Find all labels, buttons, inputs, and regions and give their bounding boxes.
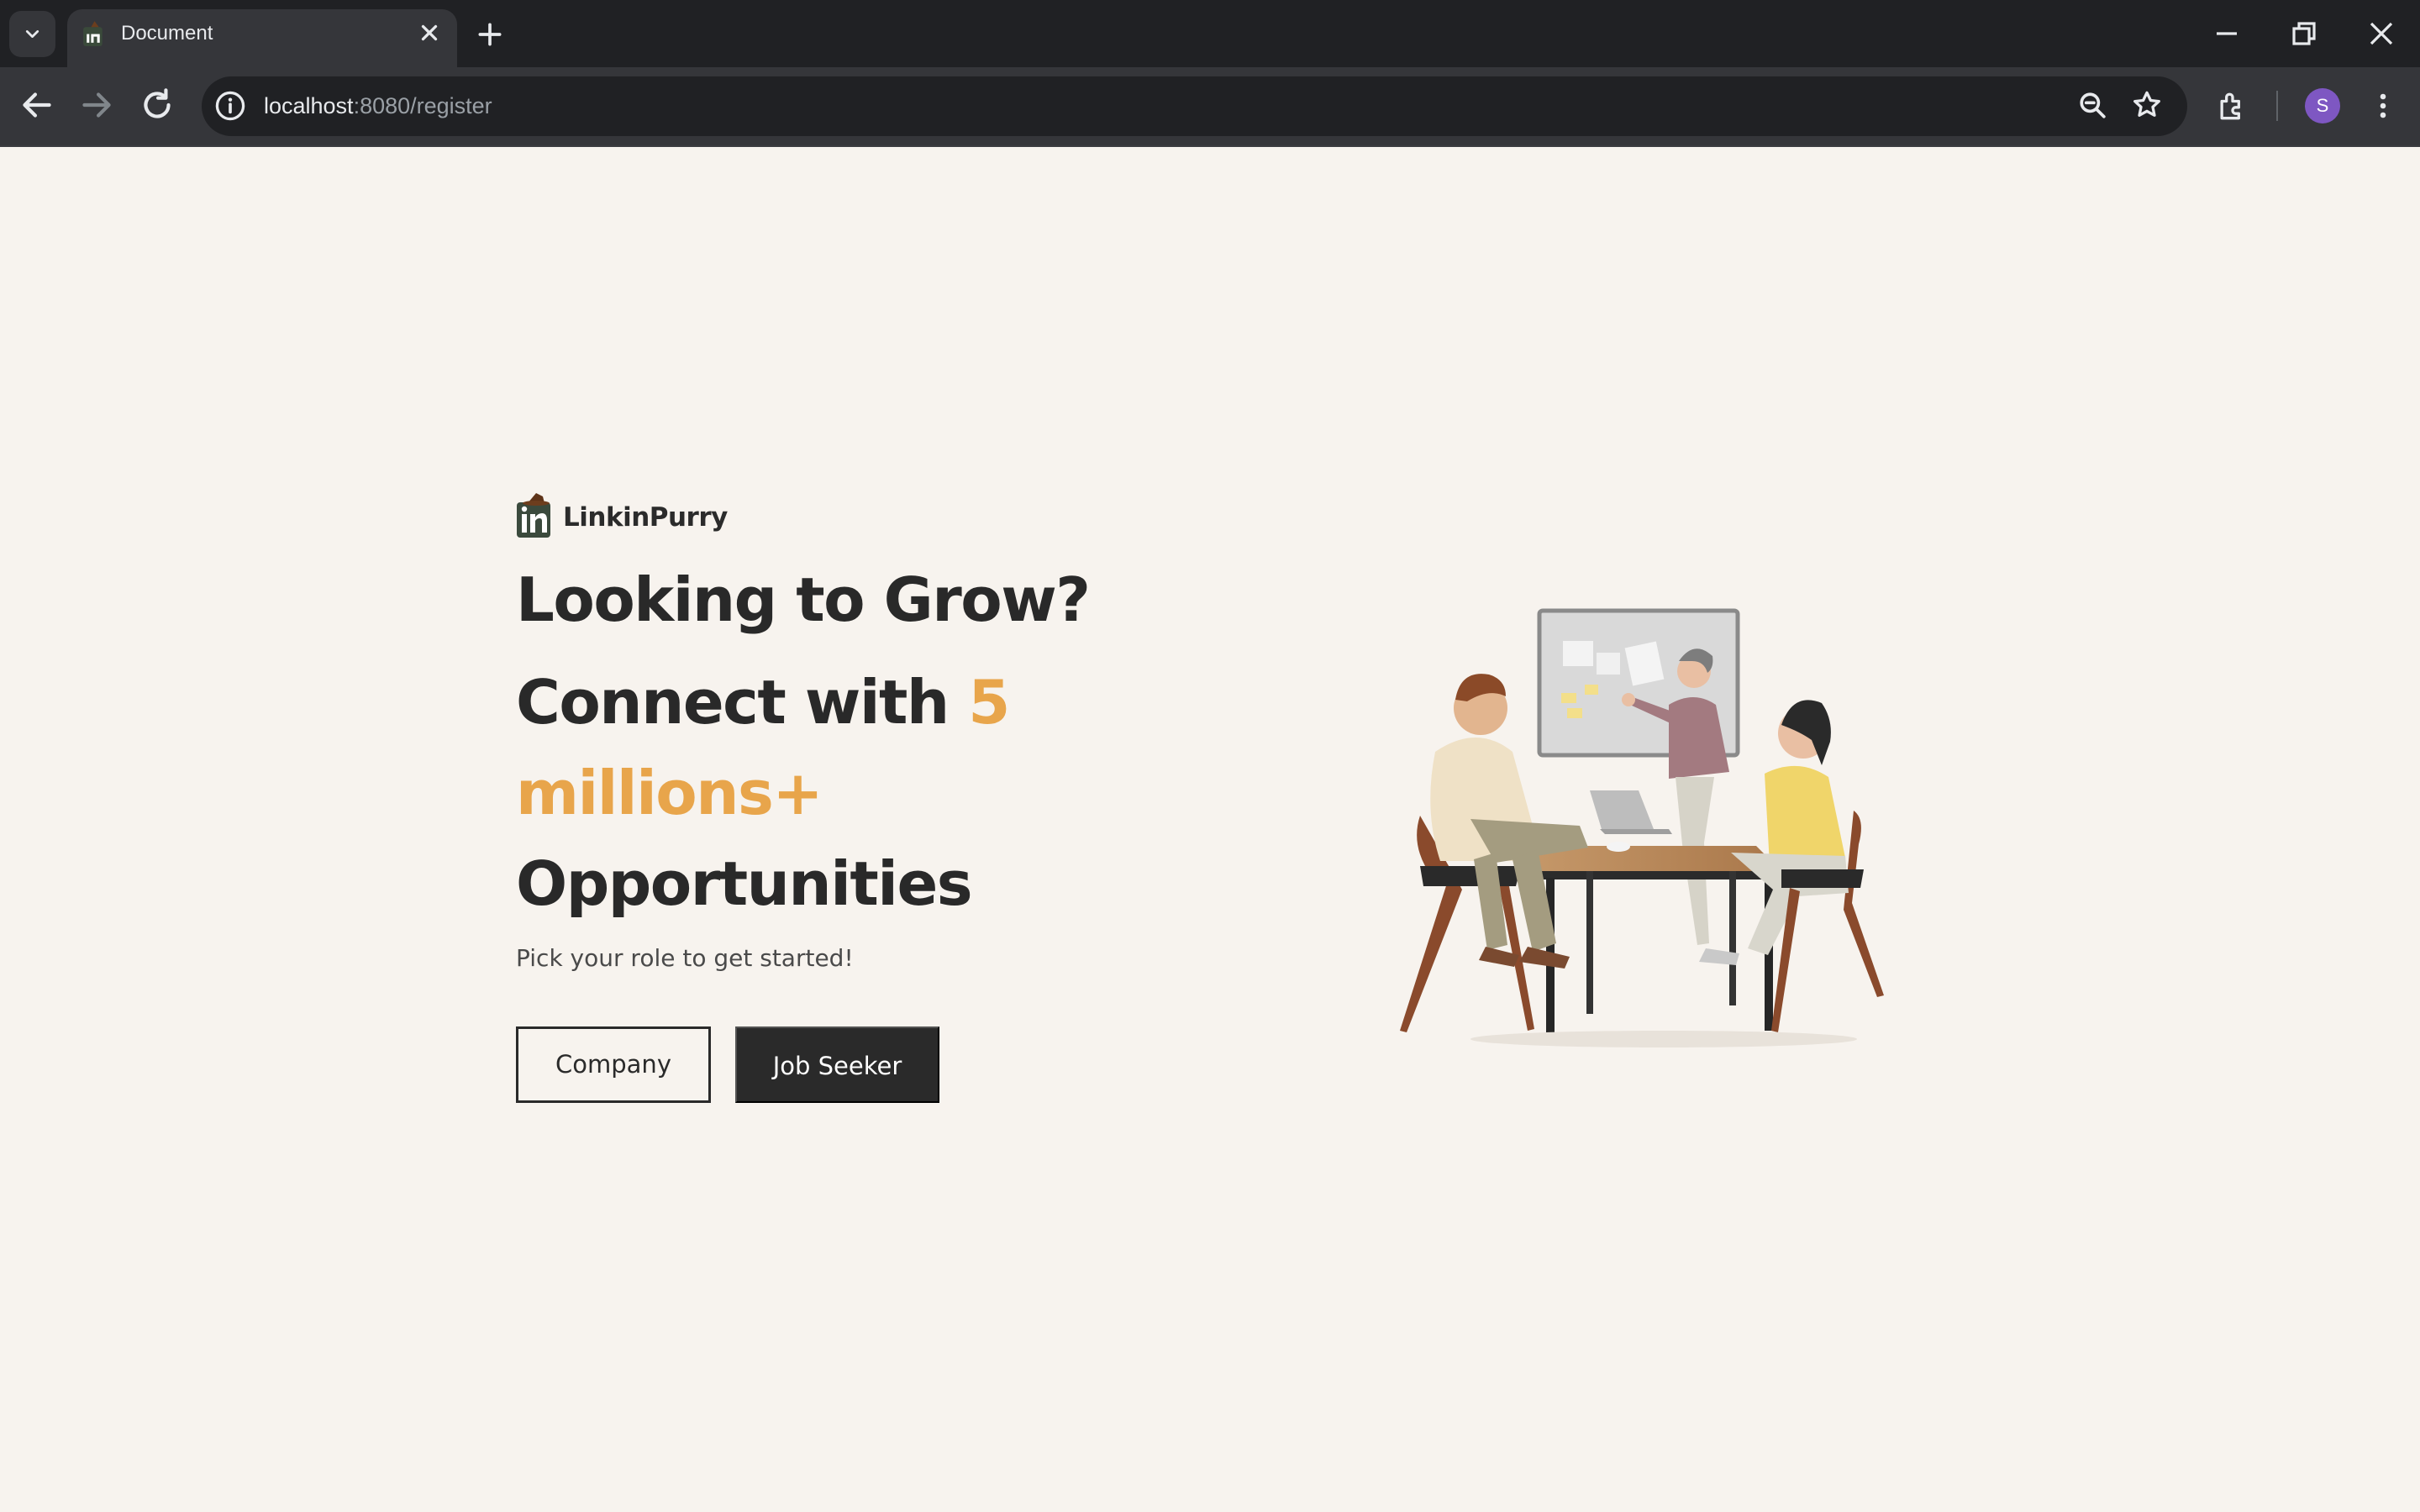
subtitle: Pick your role to get started! — [516, 944, 854, 972]
company-button[interactable]: Company — [516, 1026, 711, 1103]
extensions-icon[interactable] — [2214, 87, 2251, 124]
more-vert-icon[interactable] — [2365, 87, 2402, 124]
headline-line-1: Looking to Grow? — [516, 564, 1091, 635]
reload-icon[interactable] — [136, 84, 178, 126]
tab-search-icon — [25, 30, 39, 38]
linkinpurry-favicon — [83, 21, 103, 46]
site-info-icon[interactable] — [212, 87, 249, 124]
zoom-icon[interactable] — [2075, 87, 2112, 124]
headline-line-4: Opportunities — [516, 848, 973, 919]
url-path: :8080/register — [353, 93, 492, 118]
headline-accent-millions: millions+ — [516, 758, 823, 828]
forward-arrow-icon[interactable] — [76, 84, 118, 126]
profile-avatar[interactable]: S — [2305, 88, 2340, 123]
headline-accent-number: 5 — [968, 667, 1010, 738]
url-text[interactable]: localhost:8080/register — [264, 91, 492, 121]
team-meeting-illustration — [1400, 608, 1884, 1047]
headline-line-2: Connect with 5 — [516, 657, 1010, 748]
tab-title: Document — [121, 22, 213, 45]
job-seeker-button[interactable]: Job Seeker — [735, 1026, 939, 1103]
toolbar-separator — [2276, 91, 2278, 121]
linkinpurry-logo-icon — [517, 493, 550, 538]
star-icon[interactable] — [2128, 87, 2165, 123]
window-close-icon[interactable] — [2361, 13, 2402, 54]
tab-search-button[interactable] — [9, 11, 55, 57]
headline-line-2-prefix: Connect with — [516, 667, 969, 738]
address-bar[interactable] — [202, 76, 2187, 136]
close-icon[interactable] — [414, 18, 445, 48]
toolbar-border — [0, 145, 2420, 147]
restore-icon[interactable] — [2284, 13, 2324, 54]
brand-logo[interactable]: LinkinPurry — [516, 492, 728, 541]
minimize-icon[interactable] — [2207, 13, 2247, 54]
back-arrow-icon[interactable] — [16, 84, 58, 126]
logo-text: LinkinPurry — [563, 502, 728, 533]
url-host: localhost — [264, 93, 354, 118]
plus-icon[interactable] — [473, 18, 507, 51]
